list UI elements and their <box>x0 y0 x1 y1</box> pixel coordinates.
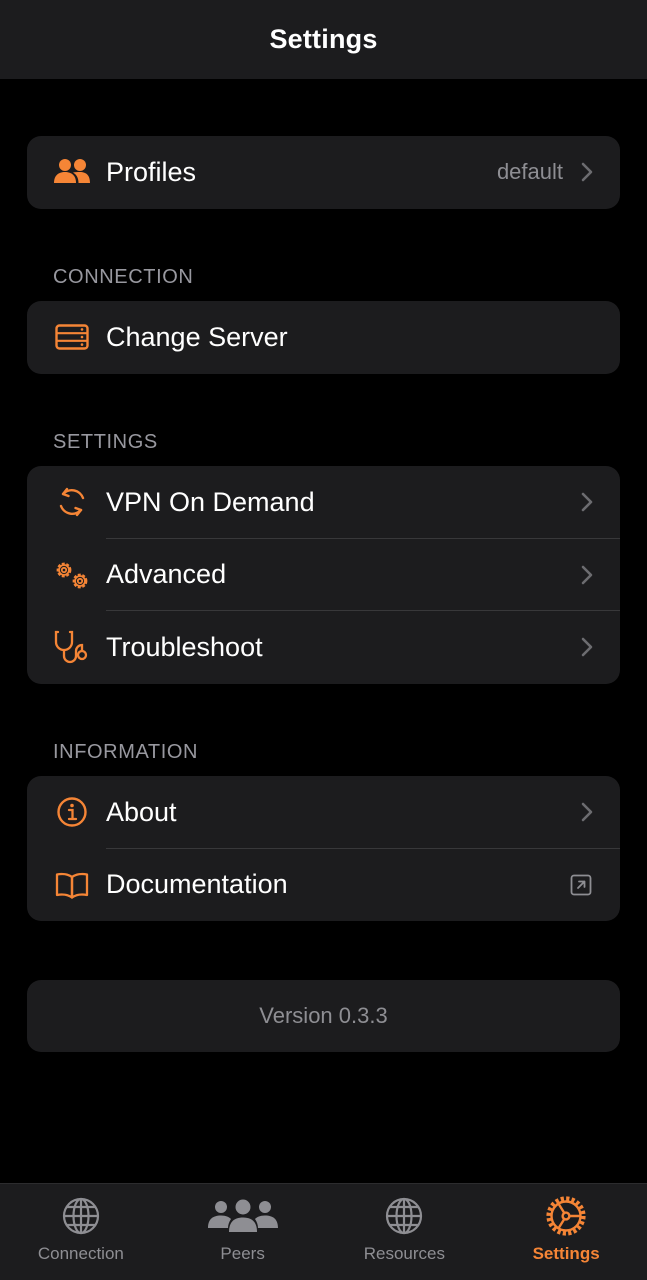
tab-label-connection: Connection <box>37 1244 124 1263</box>
tab-resources[interactable]: Resources <box>324 1184 486 1280</box>
stethoscope-icon <box>53 628 91 666</box>
profiles-row[interactable]: Profiles default <box>27 136 620 209</box>
settings-group: VPN On Demand Advanced Troubleshoot <box>27 466 620 684</box>
change-server-row[interactable]: Change Server <box>27 301 620 374</box>
chevron-right-icon <box>581 802 593 822</box>
about-label: About <box>106 796 177 827</box>
chevron-right-icon <box>581 492 593 512</box>
information-group: About Documentation <box>27 776 620 921</box>
chevron-right-icon <box>581 162 593 182</box>
server-icon <box>53 318 91 356</box>
book-icon <box>53 866 91 904</box>
profiles-label: Profiles <box>106 156 197 187</box>
troubleshoot-label: Troubleshoot <box>106 631 263 662</box>
tab-label-settings: Settings <box>532 1244 600 1263</box>
vpn-on-demand-label: VPN On Demand <box>106 486 315 517</box>
profiles-value: default <box>496 159 563 185</box>
troubleshoot-row[interactable]: Troubleshoot <box>27 611 620 684</box>
tab-settings[interactable]: Settings <box>485 1184 647 1280</box>
refresh-icon <box>53 483 91 521</box>
gears-icon <box>53 556 91 594</box>
about-row[interactable]: About <box>27 776 620 849</box>
advanced-label: Advanced <box>106 559 227 590</box>
info-icon <box>53 793 91 831</box>
nav-header: Settings <box>0 0 647 79</box>
advanced-row[interactable]: Advanced <box>27 539 620 611</box>
version-box: Version 0.3.3 <box>27 980 620 1052</box>
page-title: Settings <box>269 24 378 54</box>
chevron-right-icon <box>581 565 593 585</box>
change-server-label: Change Server <box>106 321 288 352</box>
tab-bar: Connection Peers Resources Settings <box>0 1183 647 1280</box>
version-text: Version 0.3.3 <box>259 1003 388 1028</box>
documentation-label: Documentation <box>106 869 288 900</box>
tab-connection[interactable]: Connection <box>0 1184 162 1280</box>
chevron-right-icon <box>581 637 593 657</box>
profiles-group: Profiles default <box>27 136 620 209</box>
tab-label-resources: Resources <box>363 1244 445 1263</box>
settings-screen: Settings Profiles default CONNECTION Cha… <box>0 0 647 1280</box>
tab-peers[interactable]: Peers <box>162 1184 324 1280</box>
people-group-icon <box>207 1196 279 1236</box>
connection-group: Change Server <box>27 301 620 374</box>
external-link-icon <box>570 874 592 896</box>
section-header-connection: CONNECTION <box>53 266 194 288</box>
people-icon <box>53 153 91 191</box>
section-header-settings: SETTINGS <box>53 431 158 453</box>
vpn-on-demand-row[interactable]: VPN On Demand <box>27 466 620 539</box>
globe-icon <box>384 1196 424 1236</box>
documentation-row[interactable]: Documentation <box>27 849 620 922</box>
settings-gear-icon <box>545 1196 587 1236</box>
tab-label-peers: Peers <box>220 1244 265 1263</box>
globe-icon <box>61 1196 101 1236</box>
section-header-information: INFORMATION <box>53 741 199 763</box>
